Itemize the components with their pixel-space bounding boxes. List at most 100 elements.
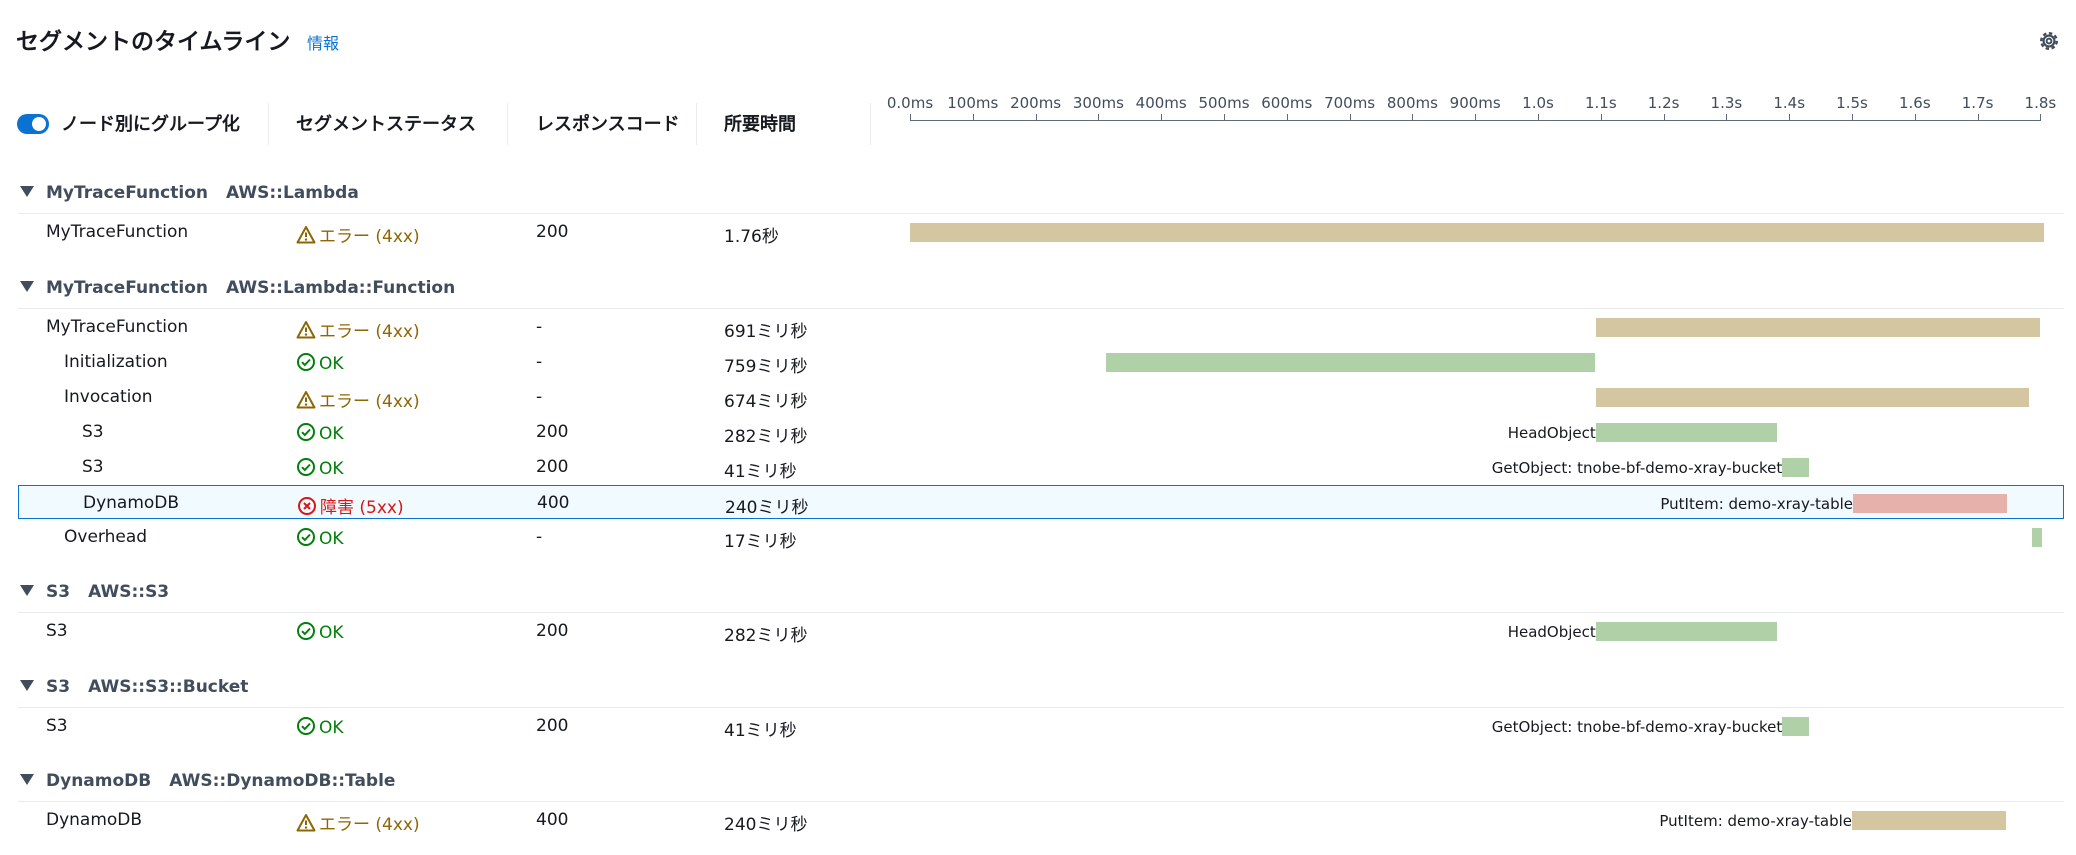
column-separator [268, 103, 269, 145]
warning-icon [296, 225, 316, 245]
collapse-triangle-icon[interactable] [20, 680, 34, 691]
segment-name: MyTraceFunction [46, 317, 189, 337]
timeline-bar[interactable] [910, 223, 2044, 242]
timeline-bar[interactable] [1595, 622, 1778, 641]
timeline-bar[interactable] [1595, 388, 2030, 407]
status-text: OK [319, 623, 344, 643]
group-header[interactable]: S3 AWS::S3::Bucket [20, 677, 248, 697]
status-text: エラー (4xx) [319, 392, 420, 412]
collapse-triangle-icon[interactable] [20, 774, 34, 785]
status-cell: OK [296, 457, 344, 479]
axis-tick-label: 1.6s [1898, 94, 1931, 112]
warning-icon [296, 813, 316, 833]
status-cell: エラー (4xx) [296, 810, 420, 835]
group-header[interactable]: DynamoDB AWS::DynamoDB::Table [20, 771, 395, 791]
response-code: 200 [536, 716, 569, 736]
group-by-node-toggle[interactable] [17, 114, 49, 134]
segment-row[interactable]: S3 OK 200 41ミリ秒 GetObject: tnobe-bf-demo-xra… [18, 450, 2064, 484]
bar-label: PutItem: demo-xray-table [1660, 495, 1853, 513]
axis-tick-label: 1.2s [1647, 94, 1680, 112]
timeline-bar[interactable] [1782, 717, 1809, 736]
response-code: 200 [536, 621, 569, 641]
status-cell: エラー (4xx) [296, 317, 420, 342]
collapse-triangle-icon[interactable] [20, 186, 34, 197]
axis-tick-label: 900ms [1449, 94, 1501, 112]
segment-row[interactable]: Initialization OK - 759ミリ秒 [18, 345, 2064, 379]
axis-tick-label: 1.5s [1836, 94, 1868, 112]
axis-tick-mark [1789, 114, 1791, 121]
status-cell: エラー (4xx) [296, 387, 420, 412]
group-name: S3 [46, 677, 71, 697]
response-code: 400 [537, 493, 570, 513]
duration: 240ミリ秒 [725, 498, 809, 518]
axis-tick-label: 400ms [1135, 94, 1187, 112]
segment-name: DynamoDB [83, 493, 180, 513]
status-text: エラー (4xx) [319, 815, 420, 835]
axis-tick-label: 200ms [1010, 94, 1062, 112]
segment-row[interactable]: DynamoDB エラー (4xx) 400 240ミリ秒 PutItem: demo-… [18, 803, 2064, 837]
segment-row[interactable]: S3 OK 200 41ミリ秒 GetObject: tnobe-bf-demo-xra… [18, 709, 2064, 743]
response-code: 200 [536, 457, 569, 477]
axis-tick-mark [1349, 114, 1351, 121]
response-code: 400 [536, 810, 569, 830]
segment-row[interactable]: DynamoDB 障害 (5xx) 400 240ミリ秒 PutItem: demo-x… [18, 485, 2064, 519]
bar-label: HeadObject [1507, 424, 1596, 442]
segment-row[interactable]: S3 OK 200 282ミリ秒 HeadObject [18, 614, 2064, 648]
duration: 282ミリ秒 [724, 427, 808, 447]
axis-tick-label: 0.0ms [886, 94, 934, 112]
segment-name: MyTraceFunction [46, 222, 189, 242]
axis-tick-label: 500ms [1198, 94, 1250, 112]
axis-tick-mark [1600, 114, 1602, 121]
segment-row[interactable]: S3 OK 200 282ミリ秒 HeadObject [18, 415, 2064, 449]
segment-name: S3 [82, 422, 104, 442]
info-link[interactable]: 情報 [307, 30, 339, 54]
axis-tick-mark [1726, 114, 1728, 121]
status-ok-icon [296, 716, 316, 736]
timeline-bar[interactable] [1595, 423, 1778, 442]
axis-tick-mark [1538, 114, 1539, 121]
axis-tick-label: 1.1s [1584, 94, 1617, 112]
segment-row[interactable]: Overhead OK - 17ミリ秒 [18, 520, 2064, 554]
status-ok-icon [296, 527, 316, 547]
segment-name: S3 [46, 716, 68, 736]
segment-row[interactable]: MyTraceFunction エラー (4xx) - 691ミリ秒 [18, 310, 2064, 344]
column-separator [696, 103, 697, 145]
axis-tick-label: 1.7s [1961, 94, 1994, 112]
status-text: OK [319, 718, 344, 738]
group-type: AWS::S3::Bucket [88, 677, 249, 697]
timeline-bar[interactable] [2031, 528, 2043, 547]
bar-label: GetObject: tnobe-bf-demo-xray-bucket [1491, 718, 1783, 736]
timeline-bar[interactable] [1782, 458, 1809, 477]
column-separator [507, 103, 508, 145]
axis-tick-label: 800ms [1386, 94, 1438, 112]
group-header[interactable]: MyTraceFunction AWS::Lambda [20, 183, 359, 203]
response-code: - [536, 387, 543, 407]
status-text: エラー (4xx) [319, 322, 420, 342]
collapse-triangle-icon[interactable] [20, 281, 34, 292]
duration: 691ミリ秒 [724, 322, 808, 342]
timeline-bar[interactable] [1853, 494, 2008, 513]
group-divider [18, 801, 2064, 802]
status-ok-icon [296, 457, 316, 477]
response-code-header: レスポンスコード [536, 114, 680, 135]
status-cell: OK [296, 527, 344, 549]
error-icon [297, 496, 317, 516]
segment-row[interactable]: MyTraceFunction エラー (4xx) 200 1.76秒 [18, 215, 2064, 249]
segment-status-header: セグメントステータス [296, 114, 476, 135]
group-header[interactable]: S3 AWS::S3 [20, 582, 169, 602]
status-cell: OK [296, 422, 344, 444]
timeline-bar[interactable] [1105, 353, 1595, 372]
group-header[interactable]: MyTraceFunction AWS::Lambda::Function [20, 278, 455, 298]
duration: 240ミリ秒 [724, 815, 808, 835]
axis-tick-mark [1224, 114, 1225, 121]
collapse-triangle-icon[interactable] [20, 585, 34, 596]
status-text: OK [319, 424, 344, 444]
timeline-bar[interactable] [1852, 811, 2007, 830]
axis-tick-label: 1.0s [1522, 94, 1554, 112]
group-name: MyTraceFunction [46, 278, 208, 298]
segment-row[interactable]: Invocation エラー (4xx) - 674ミリ秒 [18, 380, 2064, 414]
timeline-bar[interactable] [1595, 318, 2040, 337]
gear-icon[interactable] [2036, 28, 2062, 54]
axis-tick-mark [1412, 114, 1414, 121]
duration: 282ミリ秒 [724, 626, 808, 646]
